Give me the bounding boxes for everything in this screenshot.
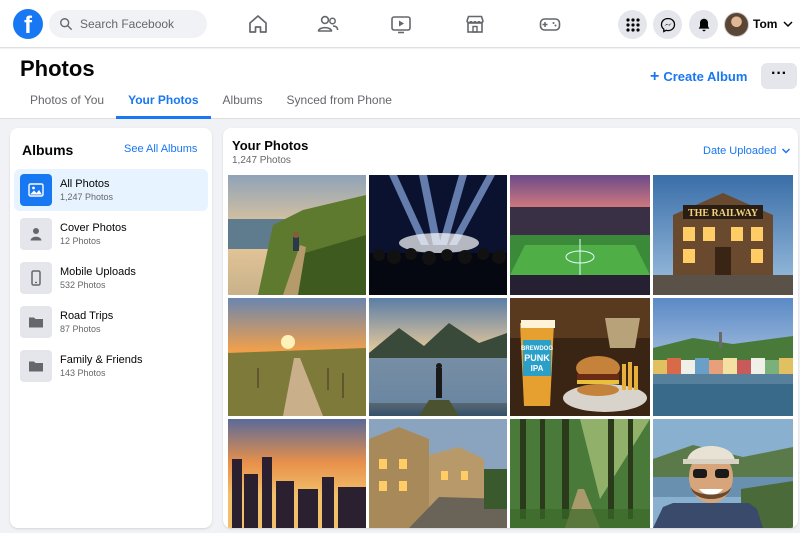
friends-icon[interactable]	[316, 12, 340, 36]
create-album-label: Create Album	[663, 69, 748, 84]
photo-harbor-town[interactable]	[653, 298, 793, 416]
glass-label-line2: PUNK	[524, 353, 550, 363]
page-header: Photos Photos of You Your Photos Albums …	[0, 49, 800, 119]
more-options-button[interactable]: ···	[761, 63, 797, 89]
search-input[interactable]	[80, 17, 200, 31]
photo-sunset-path[interactable]	[228, 298, 366, 416]
photo-concert[interactable]	[369, 175, 507, 295]
chevron-down-icon	[782, 148, 791, 154]
phone-icon	[20, 262, 52, 294]
tab-your-photos[interactable]: Your Photos	[116, 89, 211, 119]
search-box[interactable]	[49, 10, 207, 38]
album-item-cover-photos[interactable]: Cover Photos 12 Photos	[14, 213, 208, 255]
marketplace-icon[interactable]	[463, 12, 487, 36]
facebook-logo-letter: f	[24, 12, 32, 39]
gaming-icon[interactable]	[538, 12, 562, 36]
user-name[interactable]: Tom	[753, 17, 777, 31]
photos-count: 1,247 Photos	[232, 155, 291, 166]
photo-selfie[interactable]	[653, 419, 793, 528]
person-icon	[20, 218, 52, 250]
pub-sign-text: THE RAILWAY	[688, 208, 759, 219]
facebook-logo[interactable]: f	[13, 9, 43, 39]
tab-photos-of-you[interactable]: Photos of You	[18, 89, 116, 119]
sort-dropdown[interactable]: Date Uploaded	[703, 145, 792, 157]
photo-icon	[20, 174, 52, 206]
menu-grid-icon[interactable]	[618, 10, 647, 39]
album-name: Cover Photos	[60, 222, 127, 234]
album-item-all-photos[interactable]: All Photos 1,247 Photos	[14, 169, 208, 211]
album-count: 143 Photos	[60, 368, 106, 378]
albums-title: Albums	[22, 142, 74, 158]
folder-icon	[20, 306, 52, 338]
photo-tabs: Photos of You Your Photos Albums Synced …	[18, 89, 404, 119]
album-count: 532 Photos	[60, 280, 106, 290]
photo-city-sunset[interactable]	[228, 419, 366, 528]
album-name: Family & Friends	[60, 354, 143, 366]
glass-label-line1: BREWDOG	[521, 346, 553, 352]
see-all-albums-link[interactable]: See All Albums	[124, 143, 197, 155]
photos-title: Your Photos	[232, 138, 309, 153]
album-count: 12 Photos	[60, 236, 101, 246]
plus-icon: +	[650, 67, 660, 85]
album-name: All Photos	[60, 178, 110, 190]
search-icon	[60, 18, 72, 30]
photo-village-street[interactable]	[369, 419, 507, 528]
photo-pub[interactable]: THE RAILWAY	[653, 175, 793, 295]
create-album-button[interactable]: + Create Album	[650, 67, 748, 85]
album-item-road-trips[interactable]: Road Trips 87 Photos	[14, 301, 208, 343]
notifications-icon[interactable]	[689, 10, 718, 39]
photo-lake-reflection[interactable]	[369, 298, 507, 416]
glass-label-line3: IPA	[531, 364, 544, 373]
tab-albums[interactable]: Albums	[211, 89, 275, 119]
tab-synced-from-phone[interactable]: Synced from Phone	[275, 89, 404, 119]
photo-forest[interactable]	[510, 419, 650, 528]
watch-icon[interactable]	[389, 12, 413, 36]
photo-burger-beer[interactable]: BREWDOG PUNK IPA	[510, 298, 650, 416]
album-count: 87 Photos	[60, 324, 101, 334]
chevron-down-icon[interactable]	[781, 17, 795, 31]
album-item-family-friends[interactable]: Family & Friends 143 Photos	[14, 345, 208, 387]
avatar[interactable]	[724, 12, 749, 37]
sort-label: Date Uploaded	[703, 145, 777, 157]
album-item-mobile-uploads[interactable]: Mobile Uploads 532 Photos	[14, 257, 208, 299]
albums-panel: Albums See All Albums All Photos 1,247 P…	[10, 128, 212, 528]
album-count: 1,247 Photos	[60, 192, 114, 202]
top-navigation-bar: f Tom	[0, 0, 800, 48]
messenger-icon[interactable]	[653, 10, 682, 39]
album-name: Mobile Uploads	[60, 266, 136, 278]
page-title: Photos	[20, 56, 95, 81]
home-icon[interactable]	[246, 12, 270, 36]
photo-coastal-hike[interactable]	[228, 175, 366, 295]
photos-panel: Your Photos 1,247 Photos Date Uploaded T…	[223, 128, 798, 528]
photo-stadium[interactable]	[510, 175, 650, 295]
folder-icon	[20, 350, 52, 382]
album-name: Road Trips	[60, 310, 114, 322]
